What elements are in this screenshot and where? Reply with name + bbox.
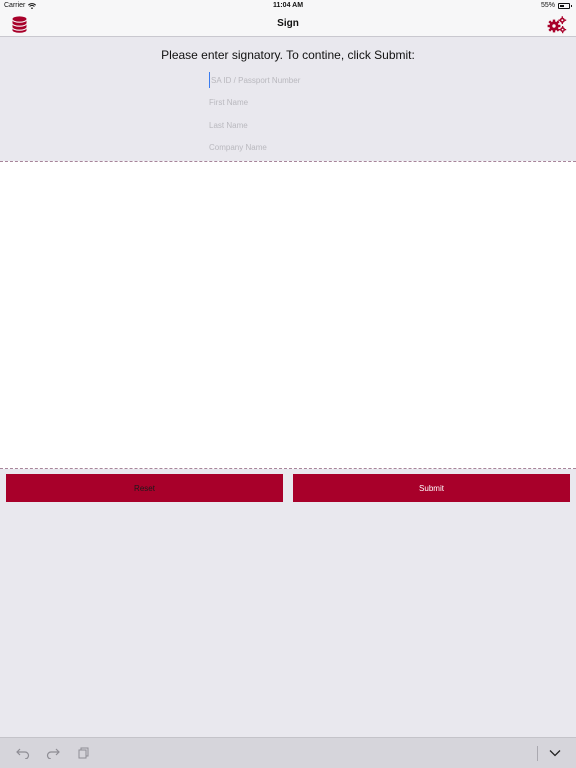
navigation-bar: Sign [0, 12, 576, 37]
redo-icon [46, 748, 60, 759]
last-name-input[interactable] [209, 117, 409, 133]
reset-button[interactable]: Reset [6, 474, 283, 502]
first-name-input[interactable] [209, 94, 409, 110]
paste-button[interactable] [76, 745, 92, 761]
chevron-down-icon [549, 750, 561, 757]
form-prompt: Please enter signatory. To contine, clic… [161, 48, 415, 62]
battery-fill [560, 4, 565, 7]
id-passport-input[interactable] [209, 72, 409, 88]
undo-button[interactable] [15, 745, 31, 761]
signature-pad[interactable] [0, 161, 576, 469]
toolbar-divider [537, 746, 538, 761]
undo-icon [16, 748, 30, 759]
paste-icon [78, 747, 89, 759]
signatory-form: Please enter signatory. To contine, clic… [0, 37, 576, 161]
dismiss-keyboard-button[interactable] [547, 745, 563, 761]
gears-icon [547, 15, 567, 33]
settings-button[interactable] [547, 15, 567, 34]
company-name-input[interactable] [209, 139, 409, 155]
page-title: Sign [277, 18, 299, 29]
clock: 11:04 AM [272, 2, 304, 9]
battery-icon [558, 2, 572, 9]
shortcut-toolbar [0, 737, 576, 768]
redo-button[interactable] [45, 745, 61, 761]
battery-percent: 55% [540, 2, 555, 9]
submit-button[interactable]: Submit [293, 474, 570, 502]
battery-group: 55% [540, 2, 572, 9]
status-bar: Carrier 11:04 AM 55% [0, 0, 576, 12]
